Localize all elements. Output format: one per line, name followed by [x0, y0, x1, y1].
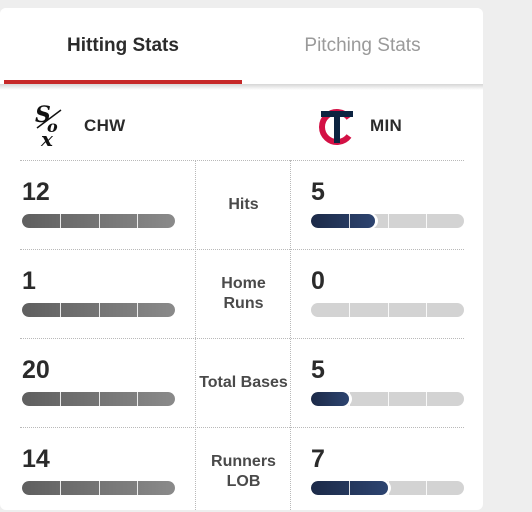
svg-text:x: x: [40, 127, 54, 150]
chw-stat-value: 14: [22, 445, 50, 473]
stat-label: Total Bases: [199, 373, 288, 391]
chw-stat-bar: [22, 392, 175, 406]
team-stats-card: Hitting Stats Pitching Stats S o x CHW M…: [0, 8, 483, 510]
bar-segment-divider: [387, 481, 389, 495]
chw-stat-value: 1: [22, 267, 36, 295]
chw-stat-bar: [22, 481, 175, 495]
stat-row-home-runs: 1 Home Runs 0: [20, 249, 464, 338]
bar-segment-divider: [387, 392, 389, 406]
twins-logo-icon: [314, 101, 360, 151]
bar-segment-divider: [136, 481, 138, 495]
chw-stat-value: 12: [22, 178, 50, 206]
min-stat-bar: [311, 303, 464, 317]
bar-segment-divider: [349, 214, 351, 228]
min-stat-value: 7: [311, 445, 325, 473]
min-stat-value: 5: [311, 356, 325, 384]
bar-segment-divider: [136, 392, 138, 406]
team-abbr-right: MIN: [370, 116, 403, 135]
min-stat-bar: [311, 392, 464, 406]
stats-grid: 12 Hits 5 1 Home Runs 0 20 Total Bases 5 …: [20, 160, 464, 510]
team-header-min: MIN: [314, 94, 402, 158]
bar-segment-divider: [349, 392, 351, 406]
bar-segment-divider: [60, 214, 62, 228]
chw-stat-value: 20: [22, 356, 50, 384]
stat-label: Hits: [228, 195, 259, 213]
min-stat-value: 5: [311, 178, 325, 206]
chw-stat-bar: [22, 303, 175, 317]
bar-segment-divider: [136, 303, 138, 317]
min-stat-bar: [311, 481, 464, 495]
tab-pitching-stats[interactable]: Pitching Stats: [242, 8, 483, 84]
white-sox-logo-icon: S o x: [28, 101, 74, 151]
bar-segment-divider: [387, 303, 389, 317]
min-bar-fill: [311, 392, 350, 406]
bar-segment-divider: [425, 214, 427, 228]
stat-row-runners-lob: 14 Runners LOB 7: [20, 427, 464, 510]
chw-stat-bar: [22, 214, 175, 228]
bar-segment-divider: [98, 481, 100, 495]
min-stat-bar: [311, 214, 464, 228]
bar-segment-divider: [98, 392, 100, 406]
bar-segment-divider: [425, 303, 427, 317]
bar-segment-divider: [98, 303, 100, 317]
team-header-chw: S o x CHW: [28, 94, 126, 158]
tabs-shadow: [0, 84, 483, 90]
stat-row-hits: 12 Hits 5: [20, 160, 464, 249]
bar-segment-divider: [60, 481, 62, 495]
tab-hitting-stats[interactable]: Hitting Stats: [4, 8, 242, 84]
bar-segment-divider: [425, 392, 427, 406]
stat-label: Home Runs: [221, 274, 266, 312]
min-bar-fill: [311, 214, 376, 228]
min-stat-value: 0: [311, 267, 325, 295]
bar-segment-divider: [387, 214, 389, 228]
bar-segment-divider: [349, 303, 351, 317]
stat-row-total-bases: 20 Total Bases 5: [20, 338, 464, 427]
bar-segment-divider: [98, 214, 100, 228]
bar-segment-divider: [136, 214, 138, 228]
stat-label: Runners LOB: [211, 452, 276, 490]
team-abbr-left: CHW: [84, 116, 126, 135]
bar-segment-divider: [60, 392, 62, 406]
bar-segment-divider: [425, 481, 427, 495]
stats-tabs: Hitting Stats Pitching Stats: [0, 8, 483, 84]
bar-segment-divider: [60, 303, 62, 317]
bar-segment-divider: [349, 481, 351, 495]
